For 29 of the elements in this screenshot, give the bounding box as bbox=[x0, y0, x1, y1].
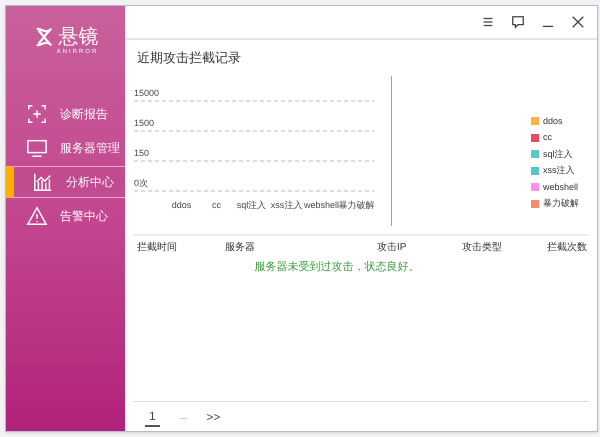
empty-message: 服务器未受到过攻击，状态良好。 bbox=[254, 260, 420, 274]
page-link[interactable]: 1 bbox=[145, 406, 160, 426]
column-header: 拦截次数 bbox=[547, 240, 588, 254]
menu-icon[interactable] bbox=[481, 15, 495, 29]
sidebar-item[interactable]: 告警中心 bbox=[6, 200, 125, 232]
sidebar-item[interactable]: 诊断报告 bbox=[6, 98, 125, 130]
legend-label: cc bbox=[543, 131, 552, 144]
monitor-icon bbox=[26, 137, 48, 159]
legend-label: ddos bbox=[543, 114, 563, 128]
bar-chart: 15000 1500 150 0次 ddos cc sql注入 xss注入 webshell暴力破解 bbox=[129, 76, 379, 216]
column-header: 攻击类型 bbox=[462, 240, 503, 254]
column-header: 服务器 bbox=[225, 240, 256, 254]
speech-bubble-icon[interactable] bbox=[511, 15, 525, 29]
section-title: 近期攻击拦截记录 bbox=[136, 49, 242, 67]
legend-label: xss注入 bbox=[543, 164, 574, 177]
sidebar-item[interactable]: 服务器管理 bbox=[6, 132, 125, 164]
next-page-link[interactable]: >> bbox=[206, 408, 220, 426]
ellipsis: ... bbox=[180, 410, 186, 422]
legend-label: 暴力破解 bbox=[543, 197, 579, 210]
legend-label: sql注入 bbox=[543, 148, 573, 161]
close-icon[interactable] bbox=[571, 15, 585, 29]
logo-name: 悬镜 bbox=[58, 27, 98, 47]
plus-bracket-icon bbox=[26, 103, 48, 125]
column-header: 攻击IP bbox=[377, 240, 408, 254]
warning-icon bbox=[26, 205, 48, 227]
sidebar-item[interactable]: 分析中心 bbox=[6, 166, 125, 198]
column-header: 拦截时间 bbox=[136, 240, 178, 254]
legend-label: webshell bbox=[543, 180, 578, 194]
bar-chart-icon bbox=[32, 171, 54, 193]
